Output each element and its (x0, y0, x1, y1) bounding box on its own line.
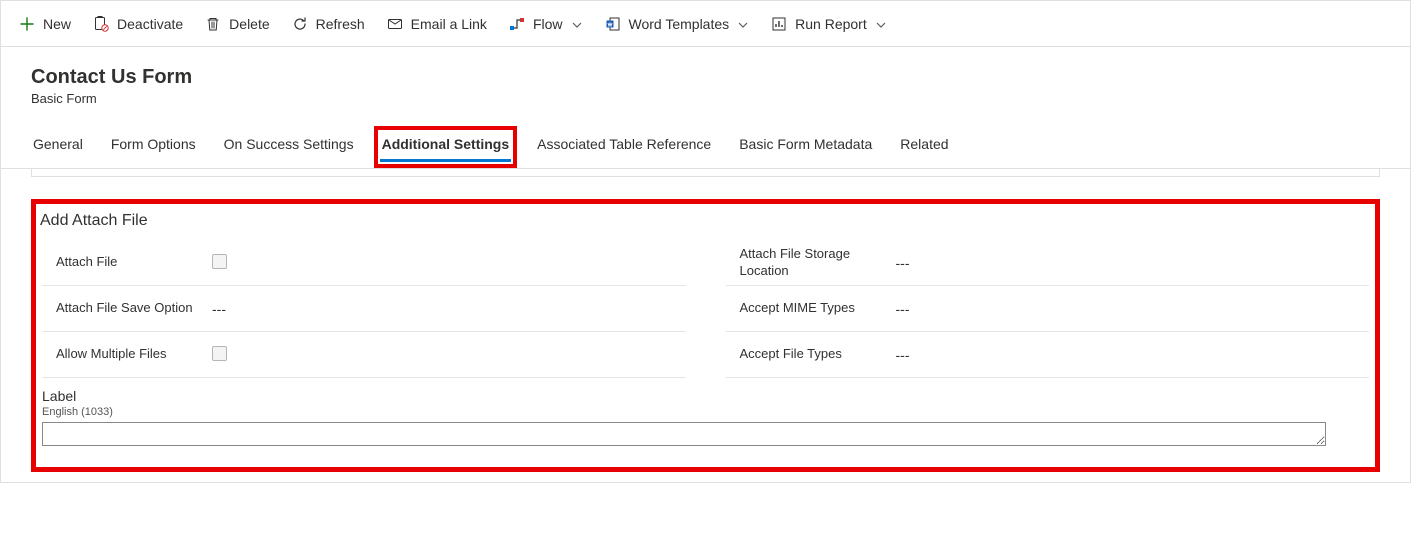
field-file-types[interactable]: Accept File Types --- (726, 332, 1370, 378)
tab-general[interactable]: General (31, 132, 85, 162)
chevron-down-icon (875, 18, 887, 30)
field-value: --- (896, 347, 1370, 363)
new-label: New (43, 16, 71, 32)
mail-icon (387, 16, 403, 32)
tab-metadata[interactable]: Basic Form Metadata (737, 132, 874, 162)
trash-icon (205, 16, 221, 32)
flow-icon (509, 16, 525, 32)
field-label: Attach File (42, 254, 212, 271)
app-window: New Deactivate Delete Refresh Email a Li… (0, 0, 1411, 483)
field-label: Attach File Save Option (42, 300, 212, 317)
deactivate-button[interactable]: Deactivate (93, 16, 183, 32)
field-label: Attach File Storage Location (726, 246, 896, 280)
new-button[interactable]: New (19, 16, 71, 32)
tab-on-success[interactable]: On Success Settings (222, 132, 356, 162)
field-label: Allow Multiple Files (42, 346, 212, 363)
field-value (212, 346, 686, 364)
run-report-button[interactable]: Run Report (771, 16, 887, 32)
tab-additional-settings[interactable]: Additional Settings (380, 132, 512, 162)
field-label: Accept MIME Types (726, 300, 896, 317)
delete-button[interactable]: Delete (205, 16, 269, 32)
word-templates-button[interactable]: Word Templates (605, 16, 750, 32)
email-link-button[interactable]: Email a Link (387, 16, 487, 32)
field-attach-file[interactable]: Attach File (42, 240, 686, 286)
flow-label: Flow (533, 16, 563, 32)
field-value: --- (212, 301, 686, 317)
tab-associated-table[interactable]: Associated Table Reference (535, 132, 713, 162)
label-input[interactable] (42, 422, 1326, 446)
word-templates-label: Word Templates (629, 16, 730, 32)
page-subtitle: Basic Form (31, 91, 1380, 106)
refresh-icon (292, 16, 308, 32)
field-label: Accept File Types (726, 346, 896, 363)
form-body: Add Attach File Attach File Attach File … (1, 169, 1410, 482)
field-columns: Attach File Attach File Save Option --- … (38, 240, 1373, 378)
refresh-button[interactable]: Refresh (292, 16, 365, 32)
deactivate-icon (93, 16, 109, 32)
flow-button[interactable]: Flow (509, 16, 583, 32)
field-allow-multiple[interactable]: Allow Multiple Files (42, 332, 686, 378)
run-report-label: Run Report (795, 16, 867, 32)
chevron-down-icon (571, 18, 583, 30)
command-bar: New Deactivate Delete Refresh Email a Li… (1, 1, 1410, 47)
plus-icon (19, 16, 35, 32)
email-link-label: Email a Link (411, 16, 487, 32)
page-header: Contact Us Form Basic Form (1, 47, 1410, 106)
label-language: English (1033) (42, 406, 1369, 418)
word-icon (605, 16, 621, 32)
delete-label: Delete (229, 16, 269, 32)
section-title: Add Attach File (38, 208, 1373, 240)
report-icon (771, 16, 787, 32)
refresh-label: Refresh (316, 16, 365, 32)
field-value (212, 254, 686, 272)
label-heading: Label (42, 388, 1369, 404)
tabs: General Form Options On Success Settings… (1, 106, 1410, 169)
attach-file-section: Add Attach File Attach File Attach File … (31, 199, 1380, 472)
page-title: Contact Us Form (31, 65, 1380, 89)
chevron-down-icon (737, 18, 749, 30)
section-divider (31, 169, 1380, 177)
field-value: --- (896, 301, 1370, 317)
checkbox-attach-file[interactable] (212, 254, 227, 269)
field-value: --- (896, 255, 1370, 271)
right-column: Attach File Storage Location --- Accept … (726, 240, 1370, 378)
tab-related[interactable]: Related (898, 132, 950, 162)
label-block: Label English (1033) (38, 378, 1373, 449)
left-column: Attach File Attach File Save Option --- … (42, 240, 686, 378)
field-save-option[interactable]: Attach File Save Option --- (42, 286, 686, 332)
field-mime-types[interactable]: Accept MIME Types --- (726, 286, 1370, 332)
deactivate-label: Deactivate (117, 16, 183, 32)
tab-form-options[interactable]: Form Options (109, 132, 198, 162)
checkbox-allow-multiple[interactable] (212, 346, 227, 361)
field-storage-location[interactable]: Attach File Storage Location --- (726, 240, 1370, 286)
